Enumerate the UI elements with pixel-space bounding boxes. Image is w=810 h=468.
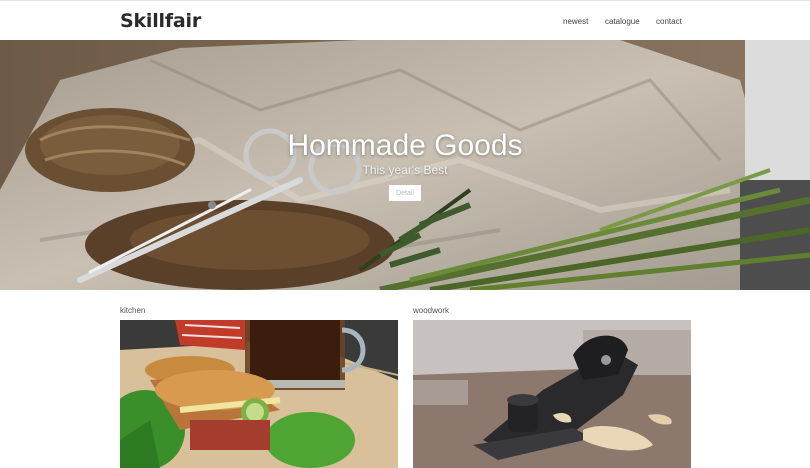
- nav-item-catalogue[interactable]: catalogue: [605, 17, 640, 26]
- card-image-woodwork[interactable]: [413, 320, 691, 468]
- card-label-woodwork: woodwork: [413, 306, 450, 315]
- site-logo[interactable]: Skillfair: [120, 10, 201, 32]
- hero-subtitle: This year's Best: [362, 163, 448, 177]
- site-header: Skillfair newest catalogue contact: [0, 0, 810, 41]
- hero-detail-button[interactable]: Detail: [389, 185, 421, 201]
- nav-item-newest[interactable]: newest: [563, 17, 588, 26]
- card-image-kitchen[interactable]: [120, 320, 398, 468]
- card-label-kitchen: kitchen: [120, 306, 146, 315]
- hero-title: Hommade Goods: [287, 129, 523, 162]
- nav-item-contact[interactable]: contact: [656, 17, 682, 26]
- woodwork-photo: [413, 320, 691, 468]
- hero-banner: Hommade Goods This year's Best Detail: [0, 40, 810, 290]
- kitchen-photo: [120, 320, 398, 468]
